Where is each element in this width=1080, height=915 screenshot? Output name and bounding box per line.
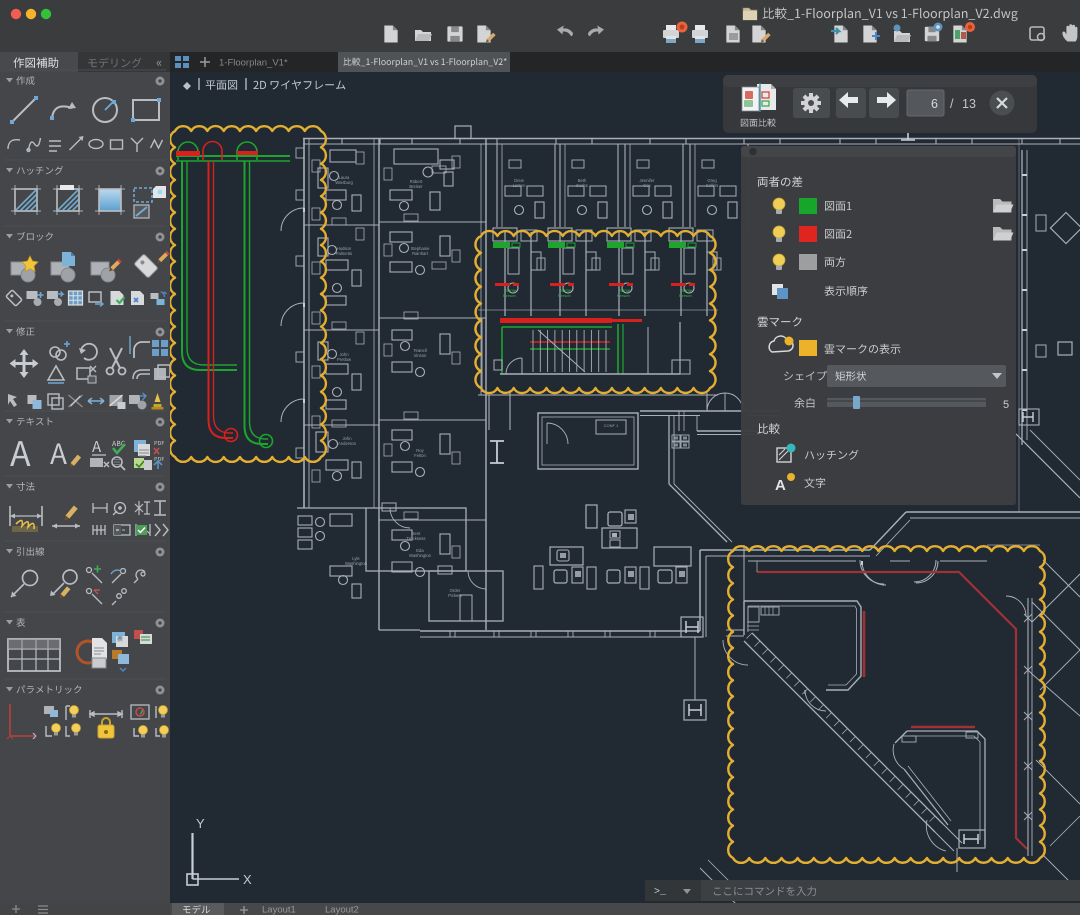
svg-text:6: 6	[931, 97, 938, 111]
svg-text:Y: Y	[196, 816, 205, 831]
svg-text:Weisburg: Weisburg	[335, 180, 353, 185]
svg-text:Collins: Collins	[706, 183, 719, 188]
svg-text:Washington: Washington	[345, 561, 368, 566]
svg-text:Sachs: Sachs	[576, 183, 588, 188]
svg-text:Felton: Felton	[414, 453, 426, 458]
svg-text:Person: Person	[503, 293, 516, 298]
svg-text:Cox: Cox	[643, 183, 651, 188]
svg-text:Vinson: Vinson	[414, 353, 427, 358]
svg-text:Layout1: Layout1	[262, 905, 296, 915]
svg-text:Person: Person	[617, 293, 630, 298]
svg-text:1-Floorplan_V1*: 1-Floorplan_V1*	[219, 58, 288, 69]
svg-text:13: 13	[962, 97, 976, 111]
svg-text:Trucksess: Trucksess	[407, 536, 426, 541]
svg-text:Person: Person	[558, 293, 571, 298]
svg-text:Pretlow: Pretlow	[337, 357, 352, 362]
svg-text:CONF 1: CONF 1	[604, 423, 619, 428]
svg-text:A: A	[775, 477, 786, 494]
svg-text:Person: Person	[679, 293, 692, 298]
svg-text:>_: >_	[654, 887, 667, 898]
svg-text:Palmetto: Palmetto	[336, 251, 353, 256]
svg-text:Washington: Washington	[409, 553, 432, 558]
svg-text:Anderson: Anderson	[338, 441, 357, 446]
svg-text:Layout2: Layout2	[325, 905, 359, 915]
svg-text:/: /	[950, 97, 954, 111]
svg-text:Larsen: Larsen	[513, 183, 526, 188]
svg-text:Rainhart: Rainhart	[412, 251, 429, 256]
svg-text:5: 5	[1003, 399, 1009, 411]
svg-text:Breiser: Breiser	[409, 184, 423, 189]
svg-text:X: X	[243, 872, 252, 887]
